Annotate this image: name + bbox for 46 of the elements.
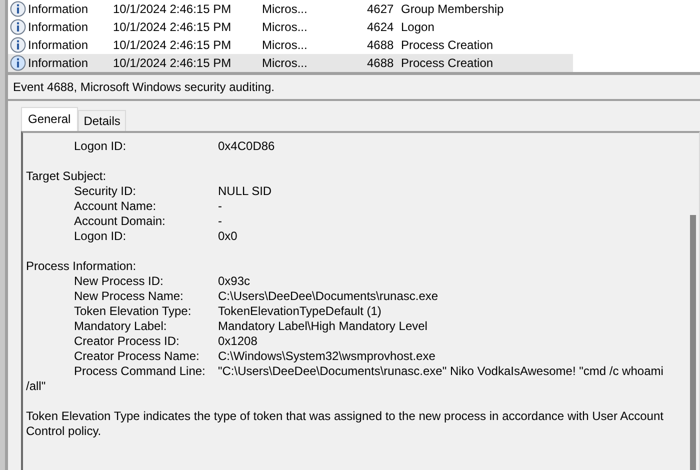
- date-cell-text: 10/1/2024 2:46:15 PM: [113, 38, 232, 52]
- info-icon: [10, 19, 26, 35]
- level-cell-text: Information: [28, 20, 90, 34]
- event-id-cell-text: 4688: [367, 38, 395, 52]
- task-cell-text: Process Creation: [401, 38, 494, 52]
- task-cell-text: Logon: [401, 20, 436, 34]
- event-row[interactable]: Information 10/1/2024 2:46:15 PM Micros... 4688 Process Creation: [8, 54, 573, 72]
- info-icon: [10, 37, 26, 53]
- field-line: New Process Name: C:\Users\DeeDee\Documents\runasc.exe: [73, 289, 440, 304]
- info-icon: [10, 1, 26, 17]
- field-line: Security ID: NULL SID: [73, 184, 273, 199]
- source-cell-text: Micros...: [262, 38, 308, 52]
- task-cell-text: Process Creation: [401, 56, 494, 70]
- field-line: Mandatory Label: Mandatory Label\High Mandatory Level: [73, 319, 428, 334]
- field-line: New Process ID: 0x93c: [73, 274, 252, 289]
- level-cell-text: Information: [28, 38, 90, 52]
- source-cell-text: Micros...: [262, 20, 308, 34]
- section-heading: Process Information:: [26, 259, 138, 274]
- field-line: Account Domain: -: [73, 214, 223, 229]
- source-cell-text: Micros...: [262, 56, 308, 70]
- field-line: Token Elevation Type: TokenElevationTypeDefault (1): [73, 304, 382, 319]
- event-row[interactable]: Information 10/1/2024 2:46:15 PM Micros... 4627 Group Membership: [8, 0, 573, 18]
- event-row[interactable]: Information 10/1/2024 2:46:15 PM Micros... 4688 Process Creation: [8, 36, 573, 54]
- field-line: Account Name: -: [73, 199, 223, 214]
- field-line: Creator Process ID: 0x1208: [73, 334, 258, 349]
- event-row[interactable]: Information 10/1/2024 2:46:15 PM Micros... 4624 Logon: [8, 18, 573, 36]
- date-cell-text: 10/1/2024 2:46:15 PM: [113, 56, 232, 70]
- field-line: Creator Process Name: C:\Windows\System32\wsmprovhost.exe: [73, 349, 436, 364]
- tab[interactable]: Details: [78, 110, 126, 131]
- date-cell-text: 10/1/2024 2:46:15 PM: [113, 20, 232, 34]
- section-heading: Target Subject:: [26, 169, 108, 184]
- event-id-cell-text: 4688: [367, 56, 395, 70]
- field-line: Logon ID: 0x0: [73, 229, 238, 244]
- level-cell-text: Information: [28, 56, 90, 70]
- field-line: Process Command Line: "C:\Users\DeeDee\Documents\runasc.exe" Niko VodkaIsAwesome! "cmd /c whoami /all": [26, 364, 664, 394]
- date-cell-text: 10/1/2024 2:46:15 PM: [113, 2, 232, 16]
- field-line: Logon ID: 0x4C0D86: [73, 139, 276, 154]
- source-cell-text: Micros...: [262, 2, 308, 16]
- level-cell-text: Information: [28, 2, 90, 16]
- detail-title: Event 4688, Microsoft Windows security auditing.: [13, 80, 274, 94]
- task-cell-text: Group Membership: [401, 2, 505, 16]
- info-icon: [10, 55, 26, 71]
- tab[interactable]: General: [21, 107, 78, 131]
- event-id-cell-text: 4627: [367, 2, 395, 16]
- event-id-cell-text: 4624: [367, 20, 395, 34]
- description-paragraph: Token Elevation Type indicates the type of token that was assigned to the new process in accordance with User Account Control policy.: [26, 409, 664, 439]
